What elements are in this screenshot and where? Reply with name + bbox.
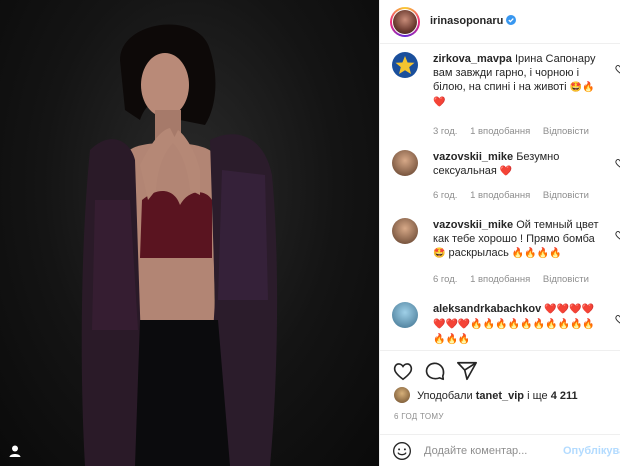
likes-count[interactable]: 4 211 [551,390,578,402]
photo-illustration [81,24,278,466]
comment-text: zirkova_mavpa Ірина Сапонару вам завжди … [433,52,603,110]
comment-time: 6 год. [433,190,458,201]
comment-time: 6 год. [433,274,458,285]
like-heart-icon[interactable] [392,360,414,382]
comment-hearts-2: ❤️❤️❤️ [433,319,471,330]
add-comment-input[interactable]: Додайте коментар... [424,445,527,457]
publish-comment-button[interactable]: Опублікувати [563,445,620,457]
comment-content-cont: раскрылась [448,247,509,259]
commenter-username[interactable]: zirkova_mavpa [433,53,512,65]
likes-suffix: і ще [527,390,548,402]
author-username-text[interactable]: irinasoponaru [430,15,503,27]
comment-emoji: 🤩 [433,248,446,259]
commenter-avatar[interactable] [392,218,418,244]
author-avatar[interactable] [390,7,420,37]
comments-list: zirkova_mavpa Ірина Сапонару вам завжди … [380,44,620,350]
reply-button[interactable]: Відповісти [543,190,589,201]
post-side-panel: irinasoponaru zirkova_mavpa Ірина Сапона… [379,0,620,466]
comment-meta: 6 год. 1 вподобання Відповісти [433,190,599,201]
like-comment-heart-icon[interactable] [615,158,620,168]
commenter-avatar[interactable] [392,52,418,78]
like-comment-heart-icon[interactable] [615,64,620,74]
comment-text: vazovskii_mike Безумно сексуальная ❤️ [433,150,603,179]
post-time-ago[interactable]: 6 ГОД ТОМУ [394,412,444,421]
comment-hearts: ❤️ [433,97,446,108]
verified-badge-icon [506,15,517,25]
likes-summary: Уподобали tanet_vip і ще 4 211 [394,387,578,403]
comment-hearts: ❤️❤️❤️❤️ [544,304,595,315]
share-send-icon[interactable] [456,360,478,382]
comment-time: 3 год. [433,126,458,137]
likes-prefix: Уподобали [417,390,473,402]
comment-bubble-icon[interactable] [424,360,446,382]
comment-likes[interactable]: 1 вподобання [470,190,530,201]
post-photo[interactable] [0,0,379,466]
liker-username[interactable]: tanet_vip [476,390,524,402]
emoji-smile-icon[interactable] [392,441,412,461]
comment-likes[interactable]: 1 вподобання [470,126,530,137]
comment-emoji: 🤩🔥 [569,82,595,93]
comment-text: aleksandrkabachkov ❤️❤️❤️❤️ ❤️❤️❤️🔥🔥🔥🔥🔥🔥… [433,302,603,347]
comment-fire: 🔥🔥🔥🔥 [511,248,562,259]
post-header: irinasoponaru [380,0,620,44]
reply-button[interactable]: Відповісти [543,274,589,285]
add-comment-bar: Додайте коментар... Опублікувати [380,434,620,466]
commenter-username[interactable]: vazovskii_mike [433,219,513,231]
reply-button[interactable]: Відповісти [543,126,589,137]
like-comment-heart-icon[interactable] [615,230,620,240]
like-comment-heart-icon[interactable] [615,314,620,324]
comment-meta: 6 год. 1 вподобання Відповісти [433,274,599,285]
commenter-username[interactable]: aleksandrkabachkov [433,303,541,315]
tagged-user-icon[interactable] [8,444,22,458]
comment-likes[interactable]: 1 вподобання [470,274,530,285]
author-username[interactable]: irinasoponaru [430,15,517,27]
commenter-username[interactable]: vazovskii_mike [433,151,513,163]
commenter-avatar[interactable] [392,150,418,176]
liker-avatar [394,387,410,403]
commenter-avatar[interactable] [392,302,418,328]
post-actions-bar [380,350,620,390]
comment-meta: 3 год. 1 вподобання Відповісти [433,126,599,137]
comment-hearts: ❤️ [499,166,513,177]
comment-text: vazovskii_mike Ой темный цвет как тебе х… [433,218,603,261]
